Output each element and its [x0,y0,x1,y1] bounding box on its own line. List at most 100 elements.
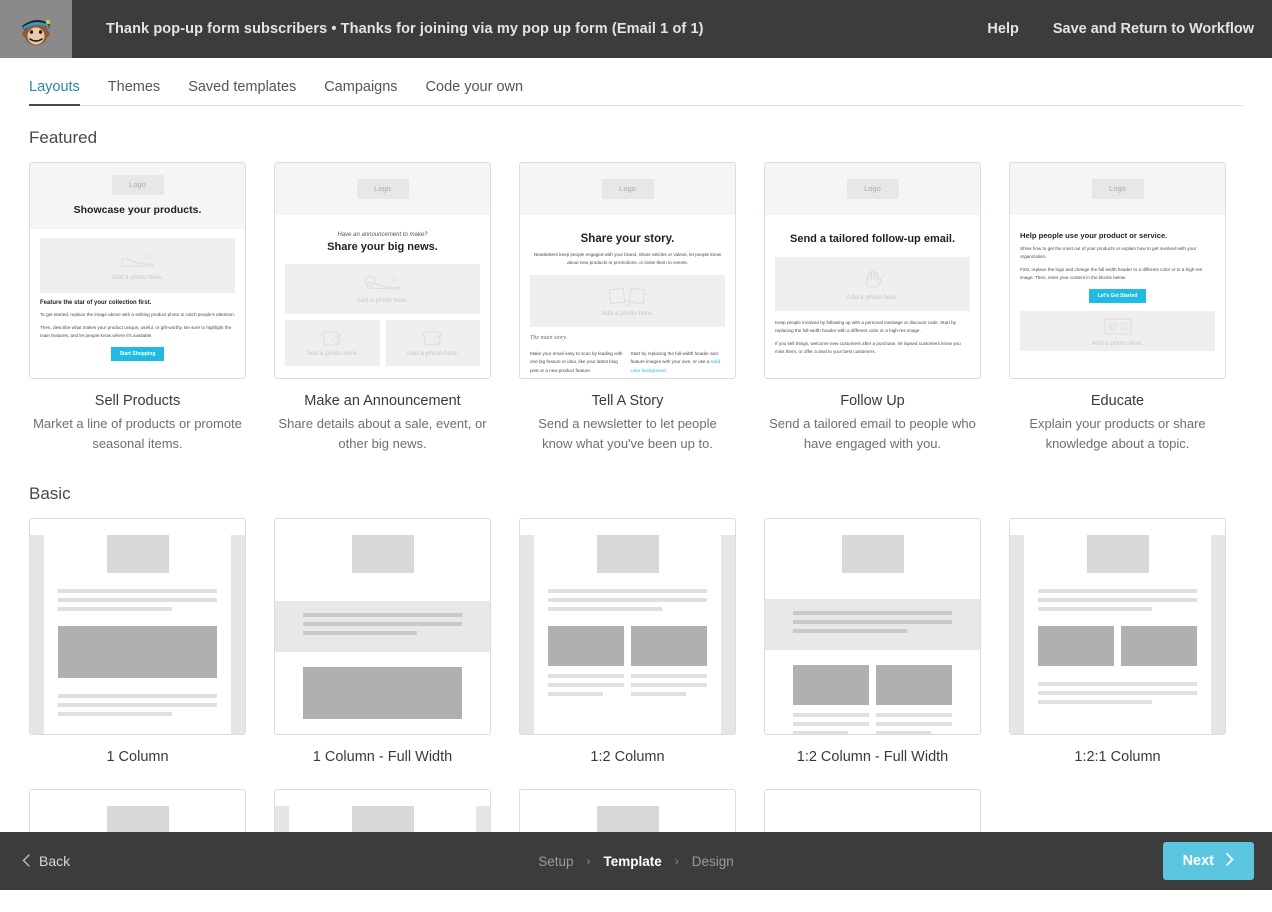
freddie-monkey-glyph [22,19,51,46]
template-card-make-an-announcement[interactable]: Logo Have an announcement to make? Share… [274,162,491,454]
email-paragraph: First, replace the logo and change the f… [1020,267,1203,281]
tab-themes[interactable]: Themes [108,79,160,105]
basic-section-title: Basic [29,484,71,504]
photo-caption: Add a photo here. [846,293,899,301]
wireframe-logo-block [351,535,414,574]
photo-caption: Add a photo here. [306,349,359,357]
email-eyebrow: Have an announcement to make? [337,232,428,238]
photo-placeholder: Add a photo here. [530,275,725,328]
wireframe-logo-block [841,535,904,574]
sale-tag-shoe-icon [364,275,401,290]
featured-section-title: Featured [29,128,98,147]
layout-blocks-icon [1104,318,1131,335]
template-card-1-2-column-full-width[interactable]: 1:2 Column - Full Width [764,518,981,765]
template-card-title: 1:2:1 Column [1074,749,1161,766]
wireframe-image-block [1038,626,1114,667]
template-card-title: Make an Announcement [304,393,461,409]
template-card-tell-a-story[interactable]: Logo Share your story. Newsletters keep … [519,162,736,454]
template-card-1-2-1-column[interactable]: 1:2:1 Column [1009,518,1226,765]
back-button[interactable]: Back [22,853,70,869]
template-card-description: Share details about a sale, event, or ot… [278,416,487,452]
photo-caption: Add a photo here. [601,310,654,318]
email-column-text-main: Start by replacing the full-width header… [630,351,718,365]
save-and-return-link[interactable]: Save and Return to Workflow [1053,21,1254,37]
help-link[interactable]: Help [987,21,1018,37]
template-thumbnail[interactable] [1009,518,1226,736]
template-card-title: Sell Products [94,393,181,409]
email-column-text: Start by replacing the full-width header… [631,350,726,374]
template-card-follow-up[interactable]: Logo Send a tailored follow-up email. Ad… [764,162,981,454]
email-subheadline: Feature the star of your collection firs… [40,300,152,307]
photo-placeholder: Add a photo here. [285,319,380,366]
waving-hand-icon [864,269,885,288]
template-card-1-2-column[interactable]: 1:2 Column [519,518,736,765]
wireframe-text-lines [548,674,624,701]
wireframe-logo-block [1086,535,1149,574]
template-card-1-column[interactable]: 1 Column [29,518,246,765]
email-paragraph: If you sell things, welcome new customer… [775,340,961,354]
tab-layouts[interactable]: Layouts [29,79,80,106]
photo-placeholder: Add a photo here. [1020,311,1215,352]
header-actions: Help Save and Return to Workflow [987,21,1272,37]
app-header: Thank pop-up form subscribers • Thanks f… [0,0,1272,58]
template-thumbnail[interactable] [519,518,736,736]
logo-placeholder: Logo [601,179,654,199]
wireframe-two-columns [793,665,952,706]
template-card-sell-products[interactable]: Logo Showcase your products. Add a photo… [29,162,246,454]
chevron-left-icon [22,853,30,869]
template-thumbnail[interactable] [764,518,981,736]
template-card-description: Send a tailored email to people who have… [769,416,976,452]
wireframe-two-columns [1038,626,1197,667]
chevron-right-icon: › [586,854,591,868]
template-thumbnail[interactable]: Logo Send a tailored follow-up email. Ad… [764,162,981,379]
wireframe-image-block [303,667,462,720]
template-tabs: Layouts Themes Saved templates Campaigns… [29,58,1243,106]
photo-caption: Add a photo here. [356,296,409,304]
photo-placeholder: Add a photo here. [285,263,480,314]
breadcrumb-step-design[interactable]: Design [692,854,734,869]
email-headline: Send a tailored follow-up email. [789,233,956,245]
email-headline: Share your big news. [327,241,438,253]
photo-caption: Add a photo here. [406,349,459,357]
photo-caption: Add a photo here. [111,273,164,281]
email-headline: Showcase your products. [73,204,202,216]
breadcrumb-step-setup[interactable]: Setup [538,854,573,869]
wizard-footer: Back Setup › Template › Design Next [0,832,1272,890]
logo-placeholder: Logo [846,179,899,199]
tab-campaigns[interactable]: Campaigns [324,79,397,105]
wireframe-image-block [876,665,952,706]
breadcrumb-step-template[interactable]: Template [603,854,661,869]
template-thumbnail[interactable] [29,518,246,736]
mailchimp-freddie-icon[interactable] [0,0,72,58]
photo-placeholder: Add a photo here. [775,256,970,311]
next-button[interactable]: Next [1162,841,1254,881]
tab-code-your-own[interactable]: Code your own [426,79,524,105]
template-thumbnail[interactable]: Logo Share your story. Newsletters keep … [519,162,736,379]
wireframe-text-lines [58,589,217,612]
wireframe-image-block [793,665,869,706]
campaign-title: Thank pop-up form subscribers • Thanks f… [106,21,704,37]
photo-placeholder: Add a photo here. [385,319,480,366]
template-thumbnail[interactable]: Logo Help people use your product or ser… [1009,162,1226,379]
back-button-label: Back [39,853,71,869]
template-card-title: Educate [1090,393,1145,409]
template-card-title: Follow Up [840,393,905,409]
logo-placeholder: Logo [1091,179,1144,199]
email-cta-button: Let's Get Started [1088,289,1147,304]
email-paragraph: Keep people involved by following up wit… [775,319,957,333]
template-card-1-column-full-width[interactable]: 1 Column - Full Width [274,518,491,765]
basic-grid: 1 Column 1 Column - Full Width 1:2 Colum… [29,518,1243,765]
shoe-icon [121,252,155,267]
email-paragraph: Newsletters keep people engaged with you… [533,252,722,266]
template-thumbnail[interactable] [274,518,491,736]
template-card-title: 1 Column [106,749,169,766]
template-thumbnail[interactable]: Logo Have an announcement to make? Share… [274,162,491,379]
tab-saved-templates[interactable]: Saved templates [188,79,296,105]
template-card-educate[interactable]: Logo Help people use your product or ser… [1009,162,1226,454]
template-thumbnail[interactable]: Logo Showcase your products. Add a photo… [29,162,246,379]
wireframe-text-lines [631,674,707,701]
template-card-title: 1:2 Column - Full Width [796,749,949,766]
template-card-description: Send a newsletter to let people know wha… [538,416,717,452]
logo-placeholder: Logo [356,179,409,199]
chevron-right-icon [1226,852,1234,870]
